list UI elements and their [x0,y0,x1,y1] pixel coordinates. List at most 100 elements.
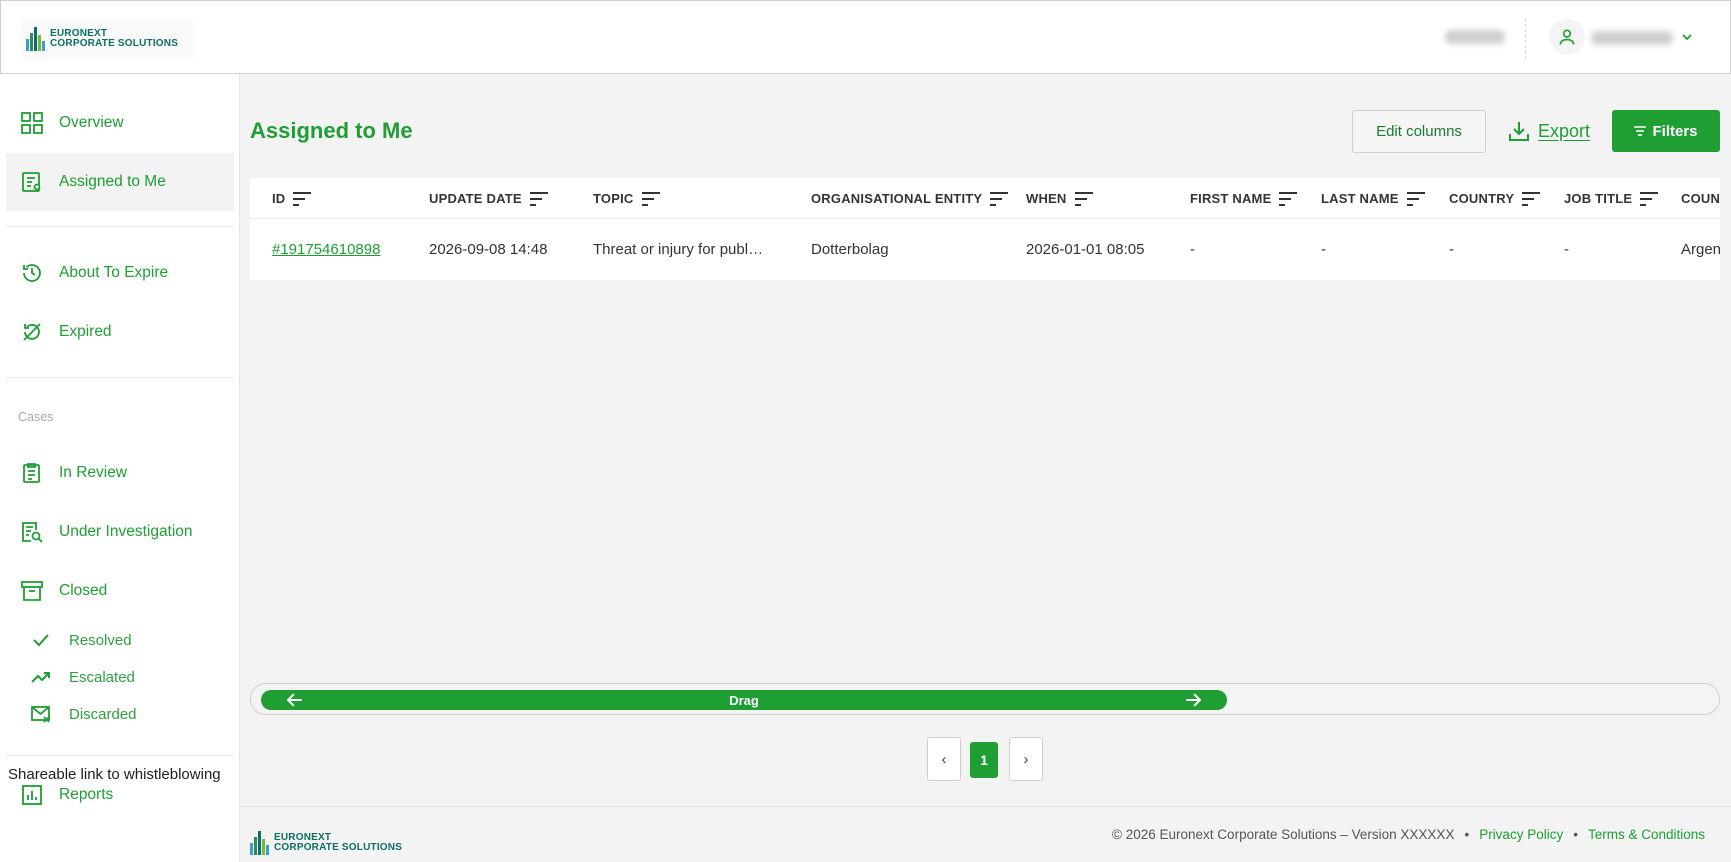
sidebar-item-label: Reports [59,786,114,803]
sort-icon [1522,191,1541,206]
logo-line-2: CORPORATE SOLUTIONS [274,842,403,853]
cell-id[interactable]: #191754610898 [272,219,380,280]
sidebar-item-closed[interactable]: Closed [6,562,234,620]
logo-line-2: CORPORATE SOLUTIONS [50,38,179,49]
clipboard-icon [20,461,44,485]
environment-label [1445,30,1505,44]
column-header-first-name[interactable]: FIRST NAME [1190,178,1298,219]
sort-icon [1406,191,1425,206]
horizontal-scroll-track[interactable]: Drag [250,683,1720,715]
footer: EURONEXT CORPORATE SOLUTIONS © 2026 Euro… [240,806,1731,862]
pagination-page-current[interactable]: 1 [970,742,998,778]
copyright-text: © 2026 Euronext Corporate Solutions – Ve… [1112,827,1455,842]
sidebar: Overview Assigned to Me About To Expire … [0,74,240,862]
sidebar-item-label: Assigned to Me [59,173,166,190]
case-id-link[interactable]: #191754610898 [272,241,380,258]
page-title: Assigned to Me [250,118,413,143]
sidebar-item-label: Resolved [69,631,132,649]
filters-label: Filters [1652,122,1698,140]
document-search-icon [20,520,44,544]
sidebar-item-label: Discarded [69,705,137,723]
cell-organisational-entity: Dotterbolag [811,241,889,258]
column-header-topic[interactable]: TOPIC [593,178,660,219]
top-header: EURONEXT CORPORATE SOLUTIONS [0,0,1731,74]
cell-topic: Threat or injury for publ… [593,241,764,258]
horizontal-scroll-thumb[interactable]: Drag [261,690,1227,710]
sort-icon [990,191,1009,206]
sidebar-item-overview[interactable]: Overview [6,94,234,152]
sort-icon [641,191,660,206]
sort-icon [1279,191,1298,206]
header-divider [1525,19,1526,59]
footer-logo: EURONEXT CORPORATE SOLUTIONS [250,831,402,855]
sidebar-item-escalated[interactable]: Escalated [6,660,234,694]
pagination-prev-button[interactable]: ‹ [927,737,961,781]
sidebar-item-assigned-to-me[interactable]: Assigned to Me [6,153,234,211]
column-header-country[interactable]: COUNTRY [1449,178,1541,219]
export-label: Export [1538,120,1591,141]
download-icon [1509,122,1529,141]
euronext-logo[interactable]: EURONEXT CORPORATE SOLUTIONS [21,19,193,59]
cell-country: - [1449,241,1454,258]
privacy-policy-link[interactable]: Privacy Policy [1479,827,1563,842]
footer-separator: • [1573,827,1578,842]
sidebar-item-label: Escalated [69,668,135,686]
terms-link[interactable]: Terms & Conditions [1588,827,1705,842]
column-header-organisational-entity[interactable]: ORGANISATIONAL ENTITY [811,178,1009,219]
chevron-down-icon[interactable] [1681,31,1693,43]
sort-icon [293,191,312,206]
user-name[interactable] [1591,31,1673,45]
column-header-last-name[interactable]: LAST NAME [1321,178,1425,219]
column-header-update-date[interactable]: UPDATE DATE [429,178,548,219]
sidebar-item-discarded[interactable]: Discarded [6,697,234,731]
sidebar-item-resolved[interactable]: Resolved [6,623,234,657]
pagination-next-button[interactable]: › [1009,737,1043,781]
sidebar-item-in-review[interactable]: In Review [6,444,234,502]
shareable-link[interactable]: Shareable link to whistleblowing [8,766,221,783]
grid-icon [20,111,44,135]
trending-up-icon [30,666,52,688]
footer-separator: • [1464,827,1470,842]
logo-mark-icon [250,831,270,855]
sidebar-item-label: Expired [59,323,112,340]
cases-table: ID UPDATE DATE TOPIC ORGANISATIONAL ENTI… [250,178,1720,280]
export-button[interactable]: Export [1508,114,1590,148]
sidebar-item-under-investigation[interactable]: Under Investigation [6,503,234,561]
filters-button[interactable]: Filters [1612,110,1720,152]
column-header-id[interactable]: ID [272,178,312,219]
user-icon [1559,29,1575,45]
archive-box-icon [20,579,44,603]
column-header-job-title[interactable]: JOB TITLE [1564,178,1659,219]
cell-count: Argen [1681,241,1720,258]
expired-icon [20,320,44,344]
sort-icon [1640,191,1659,206]
edit-columns-button[interactable]: Edit columns [1352,110,1486,153]
column-header-when[interactable]: WHEN [1026,178,1093,219]
table-row[interactable]: #191754610898 2026-09-08 14:48 Threat or… [250,219,1720,280]
cell-update-date: 2026-09-08 14:48 [429,241,548,258]
assigned-list-icon [20,170,44,194]
sidebar-item-label: In Review [59,464,128,481]
footer-links: © 2026 Euronext Corporate Solutions – Ve… [1112,827,1705,842]
sort-icon [529,191,548,206]
cell-job-title: - [1564,241,1569,258]
arrow-right-icon [1186,693,1201,707]
bar-chart-icon [20,783,44,807]
cell-first-name: - [1190,241,1195,258]
check-icon [30,629,52,651]
cases-section-label: Cases [18,410,54,424]
sidebar-divider [6,755,234,756]
sidebar-item-about-to-expire[interactable]: About To Expire [6,244,234,302]
user-avatar[interactable] [1549,19,1585,55]
filter-icon [1634,126,1647,136]
drag-label: Drag [729,692,759,708]
cell-last-name: - [1321,241,1326,258]
sidebar-divider [6,377,234,378]
column-header-count[interactable]: COUNT [1681,178,1720,219]
sidebar-item-label: Overview [59,114,124,131]
history-icon [20,261,44,285]
sidebar-divider [6,226,234,227]
sidebar-item-expired[interactable]: Expired [6,303,234,361]
sidebar-item-label: Closed [59,582,108,599]
sidebar-item-label: About To Expire [59,264,169,281]
